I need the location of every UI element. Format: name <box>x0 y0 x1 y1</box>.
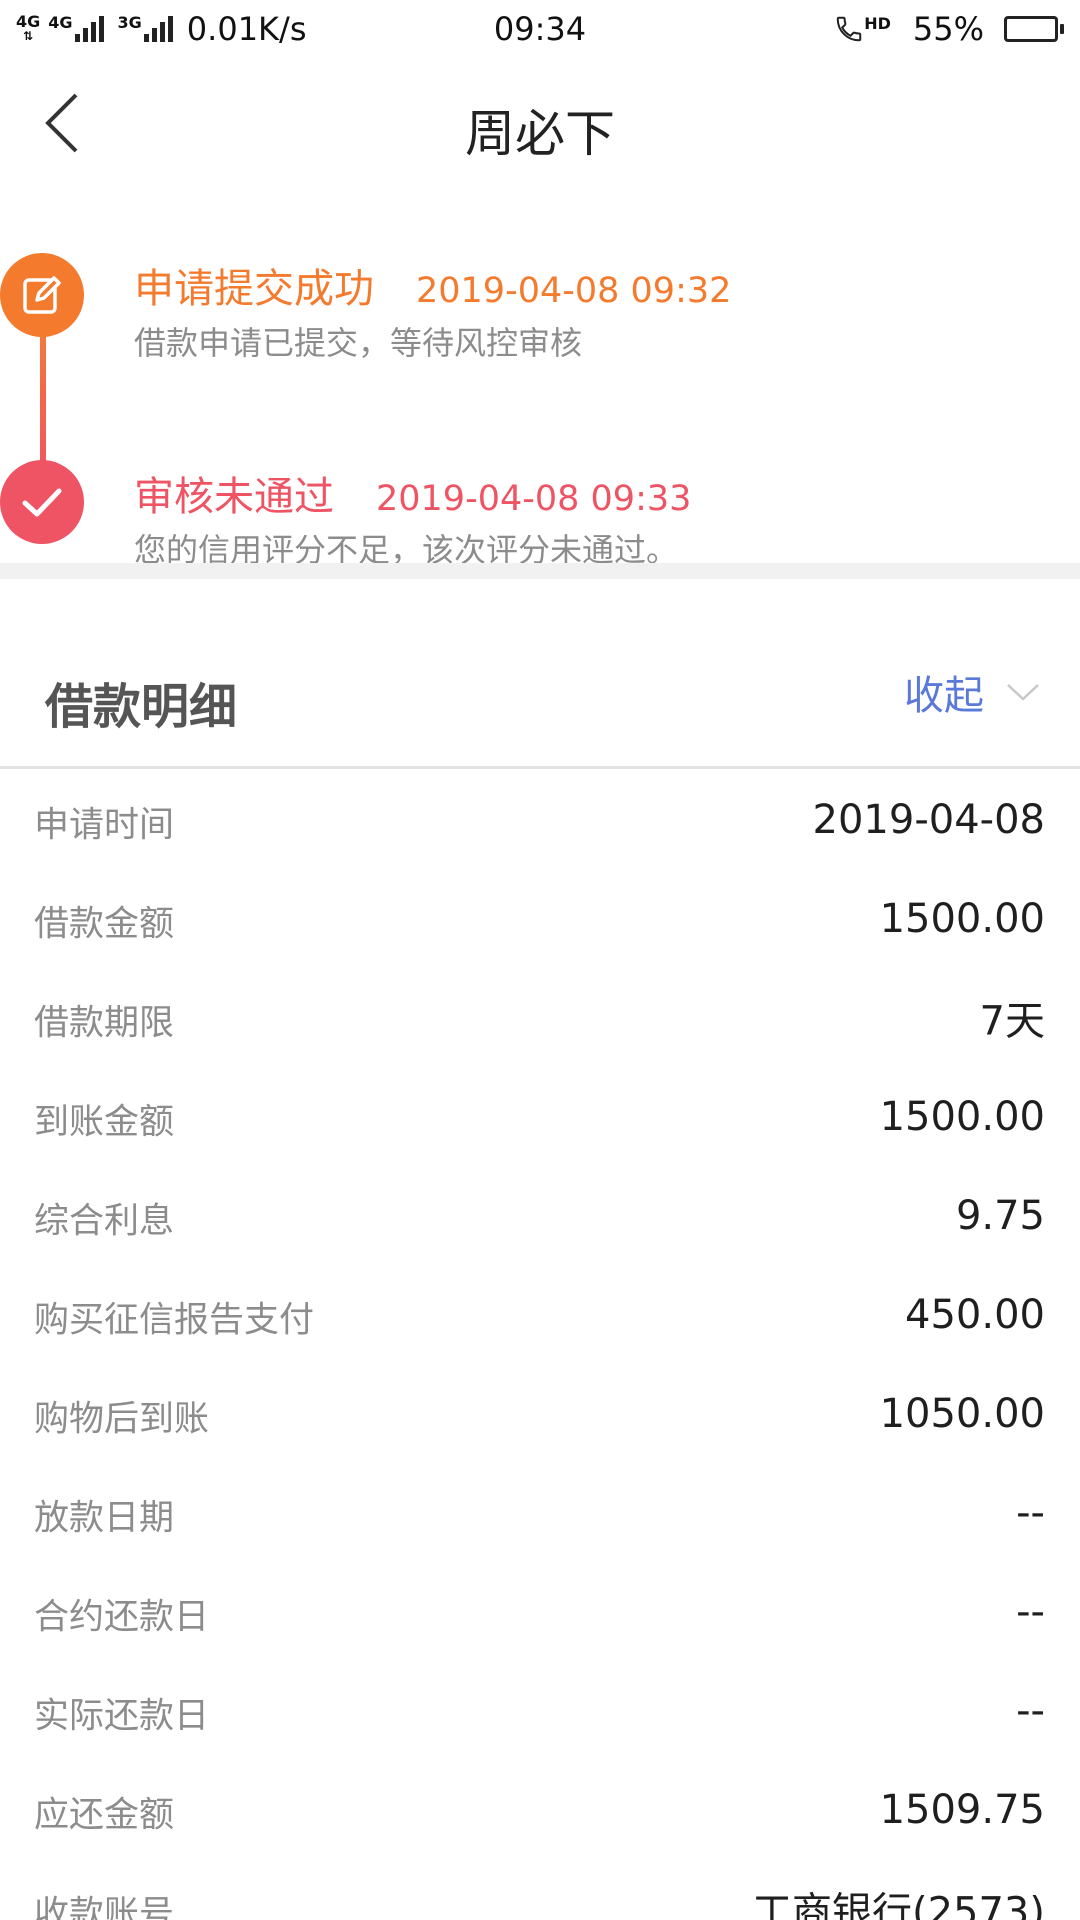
data-arrows-icon: ⇅ <box>23 29 34 43</box>
timeline-step-1-title: 申请提交成功 <box>134 266 374 312</box>
detail-label: 综合利息 <box>34 1201 175 1241</box>
detail-row-received-amount: 到账金额 1500.00 <box>0 1069 1080 1168</box>
detail-row-loan-amount: 借款金额 1500.00 <box>0 871 1080 970</box>
detail-value: -- <box>1016 1588 1045 1635</box>
network-label: 3G <box>117 13 142 32</box>
signal-bars-icon <box>74 16 104 42</box>
detail-value: 2019-04-08 <box>812 796 1045 843</box>
timeline-step-2-title: 审核未通过 <box>134 474 334 520</box>
collapse-button[interactable]: 收起 <box>904 663 1040 721</box>
battery-percent: 55% <box>912 10 984 48</box>
status-left: 4G ⇅ 4G 3G 0.01K/s <box>16 10 306 48</box>
network-label: 4G <box>16 12 41 31</box>
loan-details-header: 借款明细 收起 <box>0 579 1080 769</box>
detail-row-after-shopping: 购物后到账 1050.00 <box>0 1366 1080 1465</box>
check-icon <box>22 488 62 517</box>
status-timeline: 申请提交成功 2019-04-08 09:32 借款申请已提交，等待风控审核 审核… <box>0 188 1080 569</box>
chevron-down-icon <box>1007 684 1039 701</box>
loan-detail-list: 申请时间 2019-04-08 借款金额 1500.00 借款期限 7天 到账金… <box>0 772 1080 1920</box>
detail-label: 应还金额 <box>34 1795 175 1835</box>
hd-call-icon: HD <box>834 14 891 44</box>
detail-label: 申请时间 <box>34 805 175 845</box>
signal-icon: 4G <box>48 13 104 42</box>
detail-label: 合约还款日 <box>34 1597 210 1637</box>
signal-bars-icon <box>143 16 173 42</box>
detail-value: 1050.00 <box>879 1390 1045 1437</box>
detail-label: 购买征信报告支付 <box>34 1300 315 1340</box>
timeline-step-2-title-row: 审核未通过 2019-04-08 09:33 <box>134 464 691 522</box>
detail-value: -- <box>1016 1687 1045 1734</box>
hd-label: HD <box>864 14 891 33</box>
detail-value: 1500.00 <box>879 1093 1045 1140</box>
detail-value: 7天 <box>979 998 1045 1045</box>
detail-row-disbursement-date: 放款日期 -- <box>0 1465 1080 1564</box>
network-label: 4G <box>48 13 73 32</box>
detail-row-loan-term: 借款期限 7天 <box>0 970 1080 1069</box>
detail-row-interest: 综合利息 9.75 <box>0 1168 1080 1267</box>
section-title: 借款明细 <box>45 679 238 735</box>
detail-value: 450.00 <box>905 1291 1045 1338</box>
detail-label: 收款账号 <box>34 1894 175 1920</box>
status-bar: 4G ⇅ 4G 3G 0.01K/s 09:34 HD 55% <box>0 0 1080 58</box>
status-right: HD 55% <box>834 10 1064 48</box>
signal-icon-secondary: 3G <box>117 13 173 42</box>
edit-icon <box>23 276 61 314</box>
timeline-step-2-badge <box>0 460 84 544</box>
detail-value: -- <box>1016 1489 1045 1536</box>
detail-row-credit-report-payment: 购买征信报告支付 450.00 <box>0 1267 1080 1366</box>
timeline-step-2-time: 2019-04-08 09:33 <box>376 479 692 519</box>
section-divider <box>0 563 1080 579</box>
timeline-step-1-description: 借款申请已提交，等待风控审核 <box>134 324 583 362</box>
detail-row-receiving-account: 收款账号 工商银行(2573) <box>0 1861 1080 1920</box>
detail-label: 购物后到账 <box>34 1399 210 1439</box>
network-speed: 0.01K/s <box>186 10 307 48</box>
detail-label: 放款日期 <box>34 1498 175 1538</box>
battery-icon <box>1004 16 1064 42</box>
detail-row-apply-time: 申请时间 2019-04-08 <box>0 772 1080 871</box>
page-title: 周必下 <box>465 105 615 163</box>
network-4g-indicator: 4G ⇅ <box>16 12 41 44</box>
detail-row-amount-due: 应还金额 1509.75 <box>0 1762 1080 1861</box>
screen: 4G ⇅ 4G 3G 0.01K/s 09:34 HD 55% 周必下 申请提交… <box>0 0 1080 1920</box>
detail-label: 借款期限 <box>34 1003 175 1043</box>
collapse-label: 收起 <box>904 673 984 719</box>
detail-row-contract-due-date: 合约还款日 -- <box>0 1564 1080 1663</box>
detail-value: 1509.75 <box>879 1786 1045 1833</box>
phone-icon <box>836 16 862 42</box>
detail-value: 1500.00 <box>879 895 1045 942</box>
detail-label: 借款金额 <box>34 904 175 944</box>
timeline-step-1-badge <box>0 253 84 337</box>
detail-value: 工商银行(2573) <box>751 1889 1045 1920</box>
detail-label: 到账金额 <box>34 1102 175 1142</box>
detail-label: 实际还款日 <box>34 1696 210 1736</box>
nav-bar: 周必下 <box>0 58 1080 188</box>
detail-value: 9.75 <box>955 1192 1045 1239</box>
timeline-step-1-time: 2019-04-08 09:32 <box>416 271 732 311</box>
timeline-step-1-title-row: 申请提交成功 2019-04-08 09:32 <box>134 256 731 314</box>
detail-row-actual-repay-date: 实际还款日 -- <box>0 1663 1080 1762</box>
